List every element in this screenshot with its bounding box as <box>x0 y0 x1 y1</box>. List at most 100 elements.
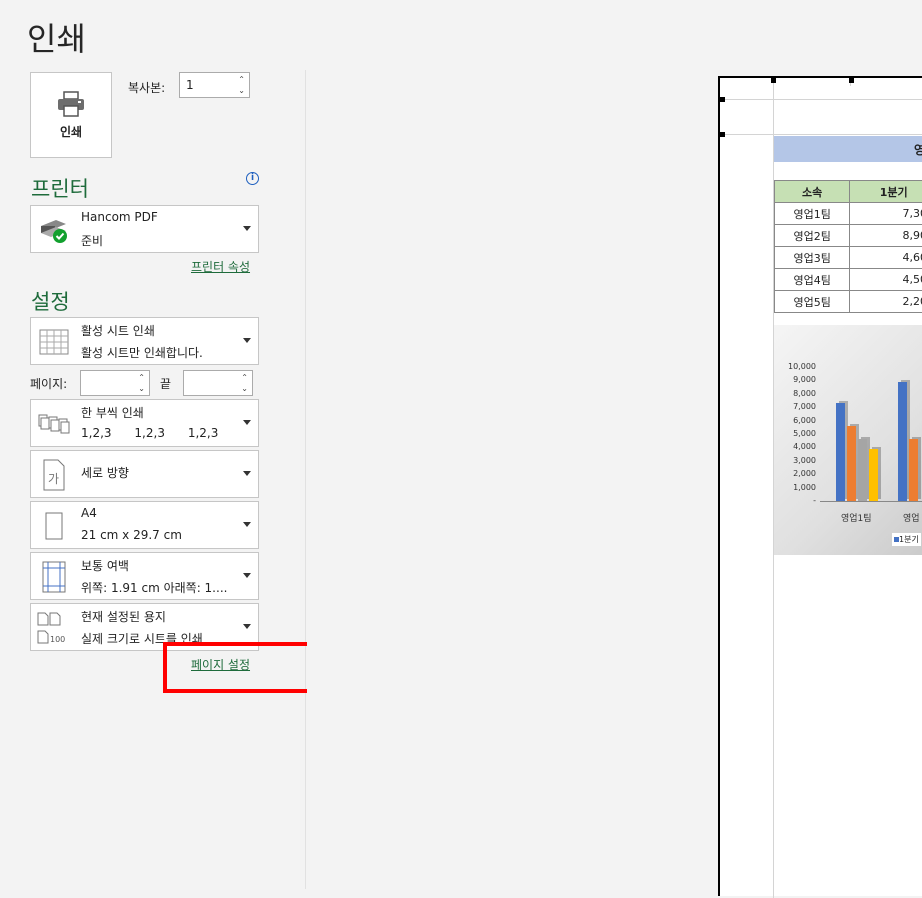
paper-size-title: A4 <box>81 506 97 520</box>
y-tick-label: 2,000 <box>776 469 816 478</box>
table-row: 영업5팀2,200 <box>775 291 922 313</box>
collate-desc: 1,2,3 1,2,3 1,2,3 <box>81 426 241 440</box>
table-row: 영업2팀8,900 <box>775 225 922 247</box>
y-tick-label: 10,000 <box>776 362 816 371</box>
table-cell: 2,200 <box>850 291 922 313</box>
page-title: 인쇄 <box>27 14 86 60</box>
print-button[interactable]: 인쇄 <box>30 72 112 158</box>
svg-text:가: 가 <box>48 472 59 486</box>
pages-to-spinner[interactable]: ⌃⌄ <box>241 372 248 394</box>
scaling-icon: 100 <box>36 610 72 646</box>
orientation-dropdown[interactable]: 가 세로 방향 <box>30 450 259 498</box>
chevron-down-icon <box>243 338 251 343</box>
printer-heading: 프린터 <box>31 173 89 203</box>
margins-dropdown[interactable]: 보통 여백 위쪽: 1.91 cm 아래쪽: 1.... <box>30 552 259 600</box>
chart-bar <box>898 382 907 501</box>
table-cell: 영업2팀 <box>775 225 850 247</box>
y-tick-label: 8,000 <box>776 389 816 398</box>
preview-sheet: 영 소속1분기영업1팀7,300영업2팀8,900영업3팀4,600영업4팀4,… <box>718 76 922 896</box>
x-tick-label: 영업1팀 <box>841 511 872 524</box>
chart-bar <box>909 439 918 501</box>
copies-input[interactable]: 1 ⌃⌄ <box>179 72 250 98</box>
collate-dropdown[interactable]: 한 부씩 인쇄 1,2,3 1,2,3 1,2,3 <box>30 399 259 447</box>
collate-icon <box>36 406 72 442</box>
margin-handle[interactable] <box>849 78 854 83</box>
y-tick-label: 3,000 <box>776 456 816 465</box>
chart-bar <box>847 426 856 501</box>
pages-from-spinner[interactable]: ⌃⌄ <box>138 372 145 394</box>
x-tick-label: 영업 <box>903 511 920 524</box>
pages-from-input[interactable]: ⌃⌄ <box>80 370 150 396</box>
paper-icon <box>36 508 72 544</box>
table-cell: 영업4팀 <box>775 269 850 291</box>
table-cell: 4,500 <box>850 269 922 291</box>
chevron-down-icon <box>243 226 251 231</box>
chart-bar <box>858 439 867 501</box>
table-header-row: 소속1분기 <box>775 181 922 203</box>
table-cell: 4,600 <box>850 247 922 269</box>
printer-ready-icon <box>36 212 72 248</box>
info-icon[interactable]: i <box>246 172 259 185</box>
chevron-down-icon <box>243 420 251 425</box>
chevron-down-icon <box>243 471 251 476</box>
table-row: 영업3팀4,600 <box>775 247 922 269</box>
margin-handle[interactable] <box>771 78 776 83</box>
table-row: 영업4팀4,500 <box>775 269 922 291</box>
chart-legend: 1분기 <box>892 533 921 546</box>
print-scope-title: 활성 시트 인쇄 <box>81 322 155 339</box>
y-tick-label: 6,000 <box>776 416 816 425</box>
copies-label: 복사본: <box>128 79 165 96</box>
preview-chart: 10,000 9,000 8,000 7,000 6,000 5,000 4,000 3,00… <box>774 325 922 555</box>
preview-title-band: 영 <box>774 136 922 162</box>
copies-value: 1 <box>186 78 194 92</box>
margin-guide <box>720 99 922 100</box>
portrait-page-icon: 가 <box>36 457 72 493</box>
chart-bar <box>869 449 878 501</box>
paper-size-dropdown[interactable]: A4 21 cm x 29.7 cm <box>30 501 259 549</box>
printer-icon <box>56 91 86 117</box>
table-cell: 영업1팀 <box>775 203 850 225</box>
pages-end-label: 끝 <box>160 375 171 392</box>
preview-table: 소속1분기영업1팀7,300영업2팀8,900영업3팀4,600영업4팀4,50… <box>774 180 922 313</box>
margin-handle[interactable] <box>720 97 725 102</box>
print-button-label: 인쇄 <box>60 123 82 140</box>
scaling-title: 현재 설정된 용지 <box>81 608 166 625</box>
print-scope-desc: 활성 시트만 인쇄합니다. <box>81 344 241 361</box>
chevron-down-icon <box>243 573 251 578</box>
printer-name: Hancom PDF <box>81 210 158 224</box>
chevron-down-icon <box>243 522 251 527</box>
y-tick-label: 9,000 <box>776 375 816 384</box>
table-header-cell: 소속 <box>775 181 850 203</box>
svg-text:100: 100 <box>50 635 65 644</box>
orientation-title: 세로 방향 <box>81 464 129 481</box>
margin-guide <box>720 134 922 135</box>
chart-axis <box>820 501 922 502</box>
highlight-box <box>163 642 315 693</box>
copies-spinner[interactable]: ⌃⌄ <box>238 74 245 96</box>
table-cell: 영업3팀 <box>775 247 850 269</box>
table-cell: 7,300 <box>850 203 922 225</box>
table-cell: 8,900 <box>850 225 922 247</box>
y-tick-label: 7,000 <box>776 402 816 411</box>
table-cell: 영업5팀 <box>775 291 850 313</box>
margin-handle[interactable] <box>720 132 725 137</box>
legend-label: 1분기 <box>899 535 919 544</box>
pages-label: 페이지: <box>30 375 67 392</box>
y-tick-label: 4,000 <box>776 442 816 451</box>
collate-title: 한 부씩 인쇄 <box>81 404 144 421</box>
margins-desc: 위쪽: 1.91 cm 아래쪽: 1.... <box>81 579 241 596</box>
print-settings-panel: 인쇄 복사본: 1 ⌃⌄ 프린터 i Hancom PDF 준비 프린터 속성 … <box>0 70 306 889</box>
print-scope-dropdown[interactable]: 활성 시트 인쇄 활성 시트만 인쇄합니다. <box>30 317 259 365</box>
preview-title: 영 <box>914 141 922 158</box>
paper-size-desc: 21 cm x 29.7 cm <box>81 528 241 542</box>
table-row: 영업1팀7,300 <box>775 203 922 225</box>
printer-properties-link[interactable]: 프린터 속성 <box>191 258 250 275</box>
printer-dropdown[interactable]: Hancom PDF 준비 <box>30 205 259 253</box>
printer-status: 준비 <box>81 232 241 249</box>
table-header-cell: 1분기 <box>850 181 922 203</box>
margins-title: 보통 여백 <box>81 557 129 574</box>
y-tick-label: - <box>776 496 816 505</box>
sheet-grid-icon <box>36 324 72 360</box>
y-tick-label: 5,000 <box>776 429 816 438</box>
pages-to-input[interactable]: ⌃⌄ <box>183 370 253 396</box>
